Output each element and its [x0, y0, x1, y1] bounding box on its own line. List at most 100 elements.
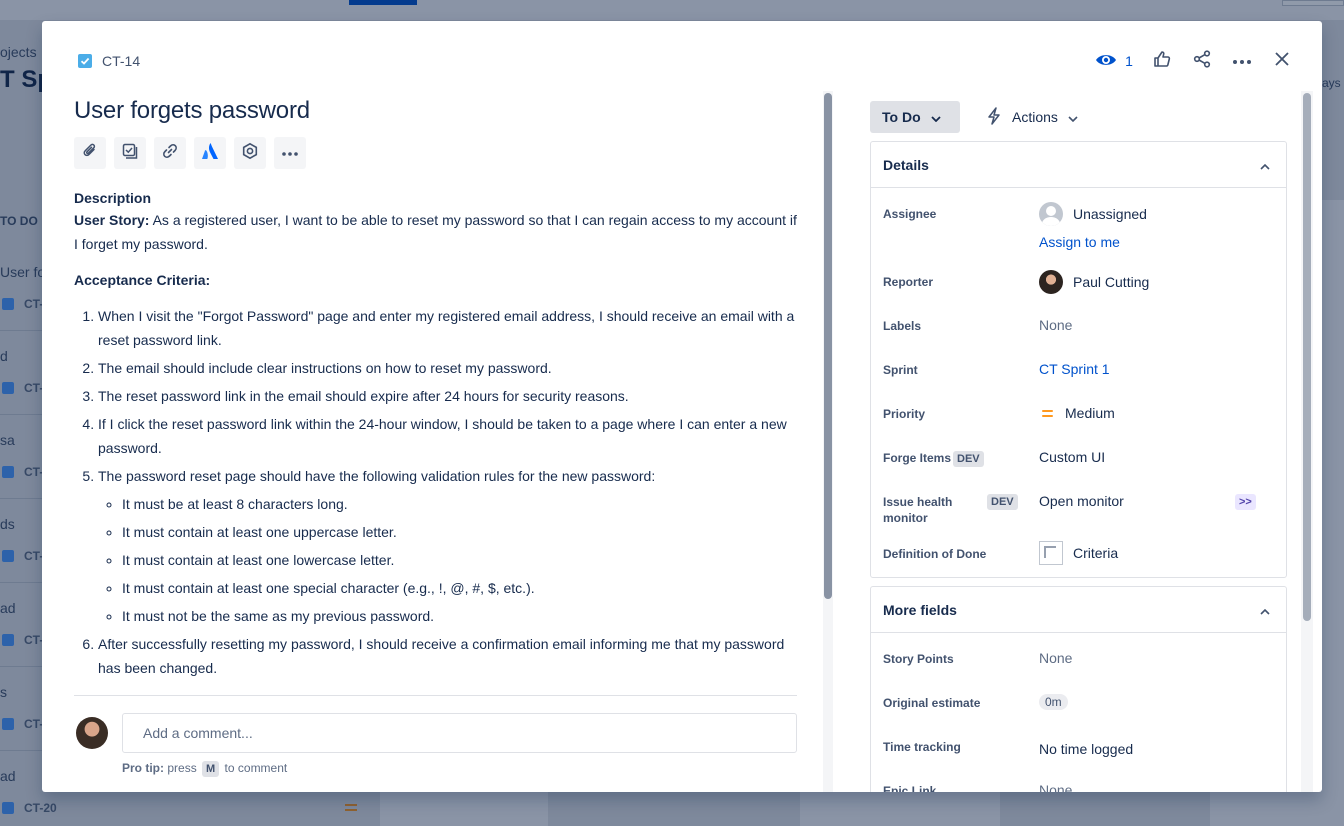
details-panel: Details Assignee Unassigned Assign to me… — [870, 141, 1287, 578]
issue-key[interactable]: CT-14 — [102, 53, 140, 69]
share-button[interactable] — [1182, 49, 1222, 73]
definition-of-done-field[interactable]: Criteria — [1039, 541, 1118, 565]
time-tracking-label: Time tracking — [883, 740, 961, 754]
pro-tip-label: Pro tip: — [122, 761, 164, 775]
details-panel-header[interactable]: Details — [871, 142, 1286, 188]
app-extension-button[interactable] — [234, 137, 266, 169]
image-icon — [1039, 541, 1063, 565]
chevron-down-icon — [930, 109, 941, 125]
issue-modal: CT-14 1 User forgets password Descriptio… — [42, 21, 1322, 792]
assignee-value: Unassigned — [1073, 206, 1147, 222]
estimate-lozenge: 0m — [1039, 694, 1068, 710]
definition-of-done-label: Definition of Done — [883, 547, 987, 561]
story-points-field[interactable]: None — [1039, 650, 1072, 666]
actions-label: Actions — [1012, 109, 1058, 125]
comment-input[interactable]: Add a comment... — [122, 713, 797, 753]
list-item: If I click the reset password link withi… — [98, 412, 797, 460]
description-body[interactable]: User Story: As a registered user, I want… — [74, 208, 797, 680]
avatar — [1039, 202, 1063, 226]
assignee-field[interactable]: Unassigned — [1039, 202, 1147, 226]
priority-field[interactable]: Medium — [1039, 405, 1115, 421]
issue-summary[interactable]: User forgets password — [74, 97, 797, 125]
forge-items-text: Forge Items — [883, 451, 952, 465]
main-scrollbar[interactable] — [823, 91, 833, 792]
epic-link-label: Epic Link — [883, 784, 937, 792]
list-item: When I visit the "Forgot Password" page … — [98, 304, 797, 352]
forge-items-field[interactable]: Custom UI — [1039, 449, 1105, 465]
reporter-field[interactable]: Paul Cutting — [1039, 270, 1149, 294]
labels-field[interactable]: None — [1039, 317, 1072, 333]
add-child-issue-button[interactable] — [114, 137, 146, 169]
list-item: The reset password link in the email sho… — [98, 384, 797, 408]
scrollbar-thumb[interactable] — [824, 93, 832, 599]
atlassian-icon — [201, 142, 219, 165]
scrollbar-thumb[interactable] — [1303, 93, 1311, 621]
more-icon — [281, 144, 299, 162]
attach-button[interactable] — [74, 137, 106, 169]
issue-main-content: User forgets password Description User S… — [74, 91, 797, 695]
atlassian-app-button[interactable] — [194, 137, 226, 169]
child-issue-icon — [121, 142, 139, 165]
shortcut-key: M — [202, 761, 220, 777]
list-item-text: The password reset page should have the … — [98, 468, 656, 484]
dev-badge: DEV — [987, 494, 1018, 510]
share-icon — [1193, 49, 1211, 73]
actions-dropdown[interactable]: Actions — [980, 101, 1084, 133]
validation-rules-list: It must be at least 8 characters long. I… — [98, 492, 797, 628]
avatar — [1039, 270, 1063, 294]
time-tracking-field[interactable]: No time logged — [1039, 741, 1133, 757]
more-quick-actions-button[interactable] — [274, 137, 306, 169]
list-item: It must contain at least one uppercase l… — [122, 520, 797, 544]
list-item: It must contain at least one special cha… — [122, 576, 797, 600]
more-icon — [1232, 52, 1252, 70]
user-story-label: User Story: — [74, 212, 150, 228]
story-type-icon — [78, 54, 92, 68]
hexagon-app-icon — [241, 142, 259, 165]
link-issue-button[interactable] — [154, 137, 186, 169]
epic-link-field[interactable]: None — [1039, 782, 1072, 792]
assignee-label: Assignee — [883, 207, 937, 221]
labels-label: Labels — [883, 319, 922, 333]
more-fields-header[interactable]: More fields — [871, 587, 1286, 633]
priority-value: Medium — [1065, 405, 1115, 421]
chevron-up-icon — [1260, 602, 1270, 618]
vote-button[interactable] — [1142, 49, 1182, 73]
sprint-field[interactable]: CT Sprint 1 — [1039, 361, 1110, 377]
lightning-icon — [986, 106, 1002, 128]
watch-button[interactable]: 1 — [1086, 49, 1142, 73]
close-icon — [1274, 51, 1290, 72]
more-actions-button[interactable] — [1222, 49, 1262, 73]
user-story-paragraph: User Story: As a registered user, I want… — [74, 208, 797, 256]
sprint-label: Sprint — [883, 363, 918, 377]
sidebar-scrollbar[interactable] — [1301, 91, 1313, 792]
definition-of-done-value: Criteria — [1073, 545, 1119, 561]
issue-health-label: Issue health monitor DEV — [883, 494, 1018, 526]
issue-key-breadcrumb[interactable]: CT-14 — [78, 53, 140, 69]
dev-badge: DEV — [953, 451, 984, 467]
user-story-text: As a registered user, I want to be able … — [74, 212, 797, 252]
priority-medium-icon — [1039, 405, 1055, 421]
status-dropdown[interactable]: To Do — [870, 101, 960, 133]
content-divider — [74, 695, 797, 696]
more-fields-panel: More fields Story Points None Original e… — [870, 586, 1287, 792]
criteria-list: When I visit the "Forgot Password" page … — [74, 304, 797, 680]
issue-health-line2: monitor — [883, 511, 928, 525]
link-icon — [161, 142, 179, 165]
priority-label: Priority — [883, 407, 926, 421]
story-points-label: Story Points — [883, 652, 954, 666]
issue-health-field[interactable]: Open monitor — [1039, 493, 1124, 509]
list-item: It must contain at least one lowercase l… — [122, 548, 797, 572]
watch-count: 1 — [1125, 53, 1133, 69]
issue-header-actions: 1 — [1086, 49, 1302, 73]
open-monitor-button[interactable]: >> — [1235, 494, 1256, 510]
paperclip-icon — [81, 142, 99, 165]
issue-health-line1: Issue health — [883, 495, 953, 509]
status-label: To Do — [882, 109, 921, 125]
chevron-up-icon — [1260, 157, 1270, 173]
original-estimate-field[interactable]: 0m — [1039, 694, 1068, 710]
assign-to-me-link[interactable]: Assign to me — [1039, 234, 1120, 250]
eye-icon — [1095, 53, 1117, 70]
description-heading: Description — [74, 190, 152, 206]
close-button[interactable] — [1262, 49, 1302, 73]
pro-tip: Pro tip: press M to comment — [122, 761, 287, 777]
